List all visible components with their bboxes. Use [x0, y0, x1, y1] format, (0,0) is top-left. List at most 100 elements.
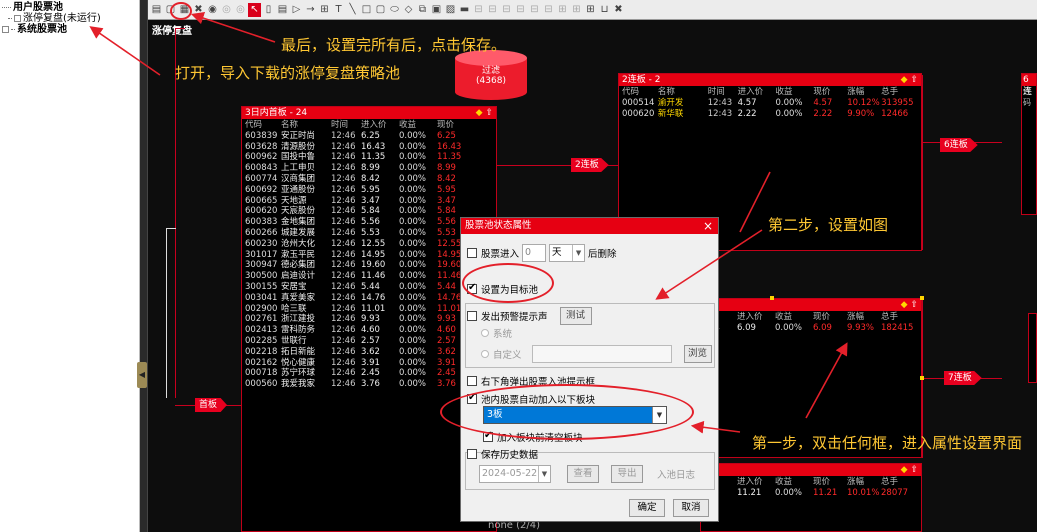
- table-row[interactable]: 600620 天宸股份 12:46 5.84 0.00% 5.84: [245, 206, 496, 217]
- pointer-tool-icon[interactable]: ↖: [248, 2, 261, 17]
- popup-tip-checkbox[interactable]: [467, 376, 477, 386]
- grid-icon[interactable]: ⊞: [584, 3, 597, 17]
- table-row[interactable]: 003041 真爱美家 12:46 14.76 0.00% 14.76: [245, 293, 496, 304]
- table-row[interactable]: 600665 天地源 12:46 3.47 0.00% 3.47: [245, 196, 496, 207]
- custom-sound-path-input[interactable]: [531, 345, 672, 363]
- table-row[interactable]: 600843 上工申贝 12:46 8.99 0.00% 8.99: [245, 163, 496, 174]
- panel-first-board[interactable]: 3日内首板 - 24 ◆ ⇧ 代码 名称 时间 进入价 收益 现价 603839 安正时尚 12…: [241, 106, 497, 532]
- paste-icon[interactable]: ▣: [430, 3, 443, 17]
- diamond-icon[interactable]: ◆: [476, 108, 483, 118]
- alert-sound-checkbox[interactable]: [467, 311, 477, 321]
- pin-icon[interactable]: ⇧: [910, 75, 918, 85]
- table-row[interactable]: 600230 沧州大化 12:46 12.55 0.00% 12.55: [245, 239, 496, 250]
- in-pool-log-link[interactable]: 入池日志: [657, 467, 695, 481]
- align-center-icon[interactable]: ⊟: [486, 3, 499, 17]
- roundrect-tool-icon[interactable]: ▢: [374, 3, 387, 17]
- test-button[interactable]: 测试: [559, 307, 592, 325]
- selection-handle[interactable]: [920, 376, 924, 380]
- text-tool-icon[interactable]: T: [332, 3, 345, 17]
- diamond-icon[interactable]: ◆: [901, 75, 908, 85]
- selection-handle[interactable]: [770, 296, 774, 300]
- table-row[interactable]: 300155 安居宝 12:46 5.44 0.00% 5.44: [245, 282, 496, 293]
- table-row[interactable]: 000620 新华联 12:43 2.22 0.00% 2.22 9.90% 12466: [622, 109, 921, 120]
- collapse-panel-handle[interactable]: ◀: [137, 362, 147, 388]
- flag-tool-icon[interactable]: ▷: [290, 3, 303, 17]
- history-date-select[interactable]: 2024-05-22 ▼: [479, 465, 551, 483]
- table-row[interactable]: 4511.210.00%11.2110.01%28077: [709, 488, 921, 499]
- tree-item-limit-up-review[interactable]: 涨停复盘(未运行): [2, 13, 139, 24]
- sound-custom-radio[interactable]: [481, 350, 489, 358]
- tree-item-user-pools[interactable]: 用户股票池: [2, 2, 139, 13]
- layer-icon[interactable]: ⊔: [598, 3, 611, 17]
- panel-tool-icon[interactable]: ▤: [276, 3, 289, 17]
- arrow-tool-icon[interactable]: →: [304, 3, 317, 17]
- tag-first-board[interactable]: 首板: [195, 398, 228, 412]
- table-row[interactable]: 600774 汉商集团 12:46 8.42 0.00% 8.42: [245, 174, 496, 185]
- diamond-icon[interactable]: ◆: [901, 465, 908, 475]
- tree-item-system-pools[interactable]: 系统股票池: [2, 24, 139, 35]
- tag-sixth-board[interactable]: 6连板: [940, 138, 978, 152]
- sound-system-radio[interactable]: [481, 329, 489, 337]
- table-row[interactable]: 000718 苏宁环球 12:46 2.45 0.00% 2.45: [245, 368, 496, 379]
- close-canvas-icon[interactable]: ✖: [612, 3, 625, 17]
- ok-button[interactable]: 确定: [629, 499, 665, 517]
- stop-icon[interactable]: ◎: [234, 3, 247, 17]
- table-row[interactable]: 000560 我爱我家 12:46 3.76 0.00% 3.76: [245, 379, 496, 390]
- save-history-checkbox[interactable]: [467, 449, 477, 459]
- rect-tool-icon[interactable]: □: [360, 3, 373, 17]
- table-row[interactable]: 300947 德必集团 12:46 19.60 0.00% 19.60: [245, 260, 496, 271]
- tag-seventh-board[interactable]: 7连板: [944, 371, 982, 385]
- align-middle-icon[interactable]: ⊟: [528, 3, 541, 17]
- table-row[interactable]: 002900 哈三联 12:46 11.01 0.00% 11.01: [245, 304, 496, 315]
- table-row[interactable]: 002162 悦心健康 12:46 3.91 0.00% 3.91: [245, 358, 496, 369]
- stock-in-checkbox[interactable]: [467, 248, 477, 258]
- line-tool-icon[interactable]: ╲: [346, 3, 359, 17]
- run-icon[interactable]: ◉: [206, 3, 219, 17]
- fill-icon[interactable]: ▬: [458, 3, 471, 17]
- tag-second-board[interactable]: 2连板: [571, 158, 609, 172]
- browse-button[interactable]: 浏览: [683, 345, 712, 363]
- delete-icon[interactable]: ✖: [192, 3, 205, 17]
- panel-six-board[interactable]: 6连 代码: [1021, 73, 1037, 215]
- table-row[interactable]: 000514 渝开发 12:43 4.57 0.00% 4.57 10.12% 313955: [622, 98, 921, 109]
- pin-icon[interactable]: ⇧: [910, 300, 918, 310]
- new-icon[interactable]: ▤: [150, 3, 163, 17]
- table-row[interactable]: 603839 安正时尚 12:46 6.25 0.00% 6.25: [245, 131, 496, 142]
- cancel-button[interactable]: 取消: [673, 499, 709, 517]
- table-row[interactable]: 002413 雷科防务 12:46 4.60 0.00% 4.60: [245, 325, 496, 336]
- table-row[interactable]: 600266 城建发展 12:46 5.53 0.00% 5.53: [245, 228, 496, 239]
- table-row[interactable]: 002218 拓日新能 12:46 3.62 0.00% 3.62: [245, 347, 496, 358]
- table-row[interactable]: 600692 亚通股份 12:46 5.95 0.00% 5.95: [245, 185, 496, 196]
- image-icon[interactable]: ▨: [444, 3, 457, 17]
- diamond-tool-icon[interactable]: ◇: [402, 3, 415, 17]
- panel-bottom-board[interactable]: ◆ ⇧ 间进入价收益现价涨幅总手 4511.210.00%11.2110.01%…: [700, 463, 922, 532]
- align-left-icon[interactable]: ⊟: [472, 3, 485, 17]
- view-button[interactable]: 查看: [567, 465, 599, 483]
- align-right-icon[interactable]: ⊟: [500, 3, 513, 17]
- selection-handle[interactable]: [920, 296, 924, 300]
- table-row[interactable]: 603628 清源股份 12:46 16.43 0.00% 16.43: [245, 142, 496, 153]
- table-row[interactable]: 600962 国投中鲁 12:46 11.35 0.00% 11.35: [245, 152, 496, 163]
- pin-icon[interactable]: ⇧: [485, 108, 493, 118]
- pause-icon[interactable]: ◎: [220, 3, 233, 17]
- same-height-icon[interactable]: ⊞: [570, 3, 583, 17]
- filter-pool-cylinder[interactable]: 过滤 (4368): [455, 50, 527, 100]
- cylinder-tool-icon[interactable]: ▯: [262, 3, 275, 17]
- table-row[interactable]: 002761 浙江建投 12:46 9.93 0.00% 9.93: [245, 314, 496, 325]
- ellipse-tool-icon[interactable]: ⬭: [388, 3, 401, 17]
- export-button[interactable]: 导出: [611, 465, 643, 483]
- same-width-icon[interactable]: ⊞: [556, 3, 569, 17]
- diamond-icon[interactable]: ◆: [901, 300, 908, 310]
- splitter[interactable]: [140, 0, 148, 532]
- table-row[interactable]: 002285 世联行 12:46 2.57 0.00% 2.57: [245, 336, 496, 347]
- close-icon[interactable]: ×: [703, 218, 713, 234]
- pin-icon[interactable]: ⇧: [910, 465, 918, 475]
- align-top-icon[interactable]: ⊟: [514, 3, 527, 17]
- align-bottom-icon[interactable]: ⊟: [542, 3, 555, 17]
- table-row[interactable]: 301017 漱玉平民 12:46 14.95 0.00% 14.95: [245, 250, 496, 261]
- connector-tool-icon[interactable]: ⊞: [318, 3, 331, 17]
- panel-seven-board[interactable]: [1028, 313, 1037, 383]
- table-row[interactable]: 600383 金地集团 12:46 5.56 0.00% 5.56: [245, 217, 496, 228]
- days-unit-select[interactable]: 天 ▼: [549, 244, 586, 262]
- table-row[interactable]: 300500 启迪设计 12:46 11.46 0.00% 11.46: [245, 271, 496, 282]
